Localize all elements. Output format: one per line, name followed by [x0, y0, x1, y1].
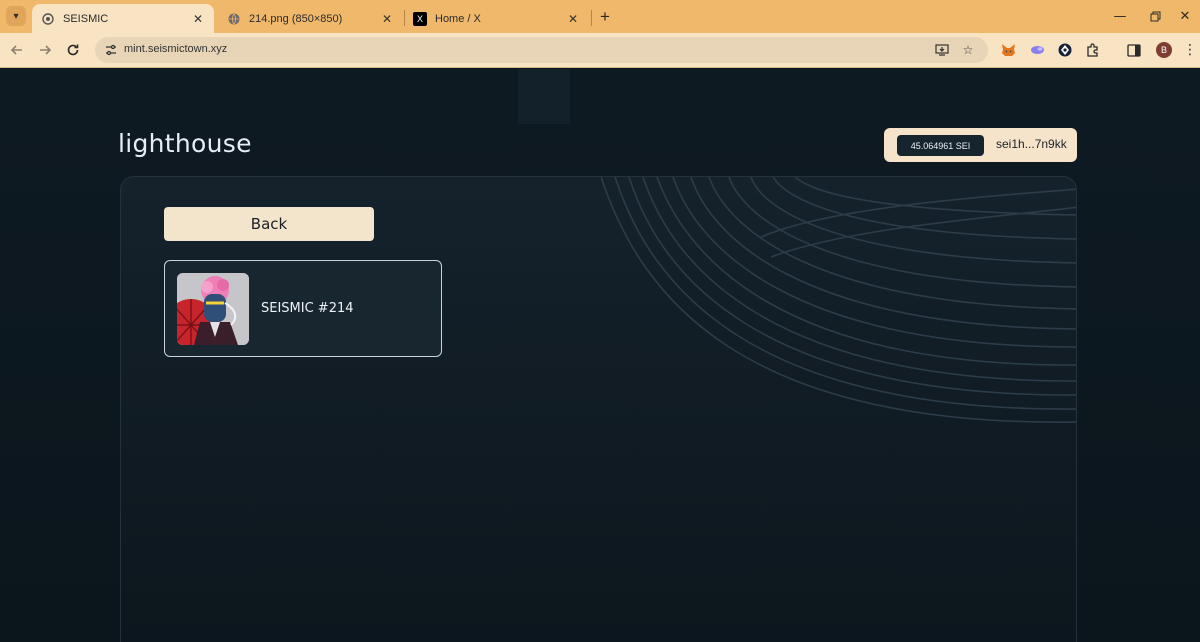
new-tab-button[interactable]: + [595, 7, 615, 27]
tab-divider [591, 10, 592, 26]
main-panel: Back SEISMIC #214 [120, 176, 1077, 642]
minimize-button[interactable]: — [1110, 6, 1130, 26]
metamask-fox-icon[interactable] [998, 40, 1018, 60]
install-app-icon[interactable] [933, 41, 951, 59]
close-icon[interactable]: ✕ [565, 11, 581, 27]
browser-toolbar: mint.seismictown.xyz ☆ B ⋮ [0, 33, 1200, 68]
wallet-balance: 45.064961 SEI [897, 135, 984, 156]
reload-icon [67, 44, 79, 56]
back-button[interactable]: Back [164, 207, 374, 241]
wallet-extension-icon[interactable] [1027, 40, 1047, 60]
nft-thumbnail [177, 273, 249, 345]
tab-search-button[interactable]: ▾ [6, 6, 26, 26]
tab-title: Home / X [435, 12, 481, 25]
url-text: mint.seismictown.xyz [124, 43, 228, 55]
grid-decoration [356, 69, 838, 124]
back-nav-button[interactable] [7, 40, 27, 60]
globe-icon [227, 12, 241, 26]
sei-extension-icon[interactable] [1055, 40, 1075, 60]
forward-nav-button[interactable] [35, 40, 55, 60]
close-window-button[interactable]: ✕ [1175, 6, 1195, 26]
nft-name: SEISMIC #214 [261, 301, 354, 316]
tab-seismic[interactable]: SEISMIC ✕ [32, 4, 214, 33]
close-icon[interactable]: ✕ [190, 11, 206, 27]
tab-title: 214.png (850×850) [249, 12, 343, 25]
reload-button[interactable] [63, 40, 83, 60]
profile-avatar[interactable]: B [1156, 42, 1172, 58]
nft-card[interactable]: SEISMIC #214 [164, 260, 442, 357]
arrow-left-icon [10, 45, 22, 55]
extensions-puzzle-icon[interactable] [1083, 40, 1103, 60]
globe-icon [41, 12, 55, 26]
menu-kebab-icon[interactable]: ⋮ [1180, 40, 1200, 60]
arrow-right-icon [40, 45, 52, 55]
tab-strip: ▾ SEISMIC ✕ 214.png (850×850) ✕ X Home /… [0, 0, 1200, 33]
wallet-widget[interactable]: 45.064961 SEI sei1h...7n9kk [884, 128, 1077, 162]
tab-x[interactable]: X Home / X ✕ [404, 4, 589, 33]
page-body: lighthouse 45.064961 SEI sei1h...7n9kk B… [0, 69, 1200, 642]
site-settings-icon[interactable] [103, 42, 119, 58]
restore-button[interactable] [1145, 6, 1165, 26]
x-logo-icon: X [413, 11, 427, 26]
close-icon[interactable]: ✕ [379, 11, 395, 27]
address-bar[interactable]: mint.seismictown.xyz ☆ [95, 37, 988, 63]
app-logo[interactable]: lighthouse [118, 129, 252, 158]
tab-title: SEISMIC [63, 12, 109, 25]
wave-decoration [601, 177, 1076, 423]
bookmark-star-icon[interactable]: ☆ [959, 41, 977, 59]
side-panel-icon[interactable] [1124, 40, 1144, 60]
tab-image[interactable]: 214.png (850×850) ✕ [218, 4, 403, 33]
restore-icon [1150, 11, 1160, 21]
wallet-address[interactable]: sei1h...7n9kk [996, 137, 1067, 151]
